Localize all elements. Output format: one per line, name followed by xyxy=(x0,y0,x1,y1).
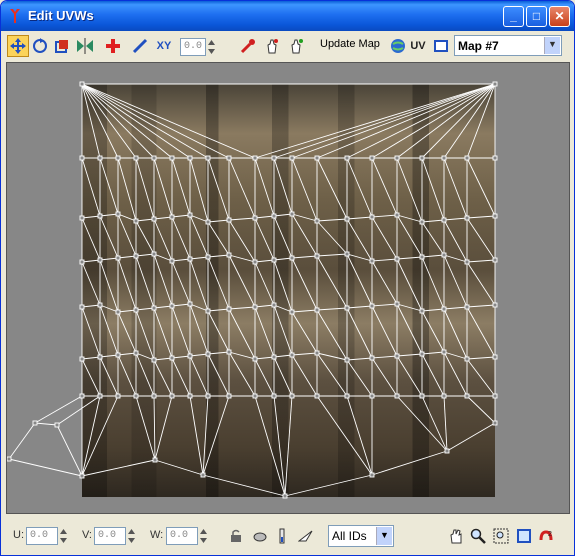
scale-icon xyxy=(55,40,68,53)
paint-tool-button[interactable] xyxy=(131,35,149,57)
globe-tool-button[interactable] xyxy=(389,35,407,57)
line-icon xyxy=(132,38,148,54)
magnet-icon: 2 xyxy=(539,530,553,541)
u-spinner-arrows[interactable] xyxy=(59,527,68,545)
ids-chevron-down-icon: ▼ xyxy=(376,527,392,545)
ids-select-value: All IDs xyxy=(332,529,367,543)
globe-icon xyxy=(391,39,405,53)
minimize-button[interactable]: _ xyxy=(503,6,524,27)
xy-tool-button[interactable]: XY xyxy=(153,35,175,57)
v-label: V: xyxy=(82,529,92,541)
triangle-select-icon xyxy=(298,530,313,542)
uv-viewport[interactable] xyxy=(6,62,570,514)
pick-tool-button[interactable] xyxy=(263,35,281,57)
move-icon xyxy=(10,38,26,54)
u-input[interactable]: 0.0 xyxy=(26,527,58,545)
w-input[interactable]: 0.0 xyxy=(166,527,198,545)
lock-button[interactable] xyxy=(229,525,243,547)
lock-icon xyxy=(231,529,241,542)
svg-text:2: 2 xyxy=(548,531,552,538)
w-spinner-arrows[interactable] xyxy=(199,527,208,545)
hide-button[interactable] xyxy=(251,525,269,547)
chevron-down-icon: ▼ xyxy=(544,37,560,54)
hand-icon xyxy=(450,529,462,544)
scale-tool-button[interactable] xyxy=(53,35,71,57)
move-tool-button[interactable] xyxy=(7,35,29,57)
uv-tool-button[interactable]: UV xyxy=(409,35,427,57)
snap-button[interactable]: 2 xyxy=(537,525,555,547)
thermometer-icon xyxy=(279,528,285,544)
eyedropper-tool-button[interactable] xyxy=(239,35,257,57)
u-label: U: xyxy=(13,529,24,541)
mirror-icon xyxy=(77,38,93,54)
rotate-icon xyxy=(33,38,47,53)
square-icon xyxy=(434,40,448,52)
filter-button[interactable] xyxy=(297,525,315,547)
close-button[interactable]: ✕ xyxy=(549,6,570,27)
app-icon xyxy=(10,9,20,23)
map-select[interactable]: Map #7 ▼ xyxy=(454,35,562,56)
map-select-value: Map #7 xyxy=(458,39,499,53)
rotate-tool-button[interactable] xyxy=(31,35,49,57)
zoom-region-icon xyxy=(493,528,509,544)
zoom-extents-button[interactable] xyxy=(515,525,533,547)
eyedropper-icon xyxy=(240,39,255,54)
edit-uvws-window: Edit UVWs _ □ ✕ XY 0.0 Update Map UV Map… xyxy=(0,0,575,556)
title-bar[interactable]: Edit UVWs _ □ ✕ xyxy=(1,1,574,31)
spinner-arrows[interactable] xyxy=(207,38,216,56)
ids-select[interactable]: All IDs ▼ xyxy=(328,525,394,547)
hand-pick-icon-2 xyxy=(291,39,303,54)
zoom-extents-icon xyxy=(517,529,531,543)
freeze-button[interactable] xyxy=(275,525,289,547)
zoom-button[interactable] xyxy=(469,525,487,547)
mirror-tool-button[interactable] xyxy=(75,35,95,57)
v-input[interactable]: 0.0 xyxy=(94,527,126,545)
uv-mesh[interactable] xyxy=(7,63,570,514)
pan-button[interactable] xyxy=(447,525,465,547)
pick-tool-2-button[interactable] xyxy=(287,35,305,57)
v-spinner-arrows[interactable] xyxy=(127,527,136,545)
plus-icon xyxy=(106,39,120,53)
square-tool-button[interactable] xyxy=(433,35,449,57)
update-map-button[interactable]: Update Map xyxy=(320,38,380,50)
maximize-button[interactable]: □ xyxy=(526,6,547,27)
hand-pick-icon xyxy=(267,39,278,54)
teapot-icon xyxy=(253,532,267,542)
spinner-input[interactable]: 0.0 xyxy=(180,38,206,56)
zoom-region-button[interactable] xyxy=(492,525,510,547)
magnifier-icon xyxy=(470,528,486,544)
window-title: Edit UVWs xyxy=(28,8,94,23)
w-label: W: xyxy=(150,529,164,541)
freeform-tool-button[interactable] xyxy=(104,35,122,57)
